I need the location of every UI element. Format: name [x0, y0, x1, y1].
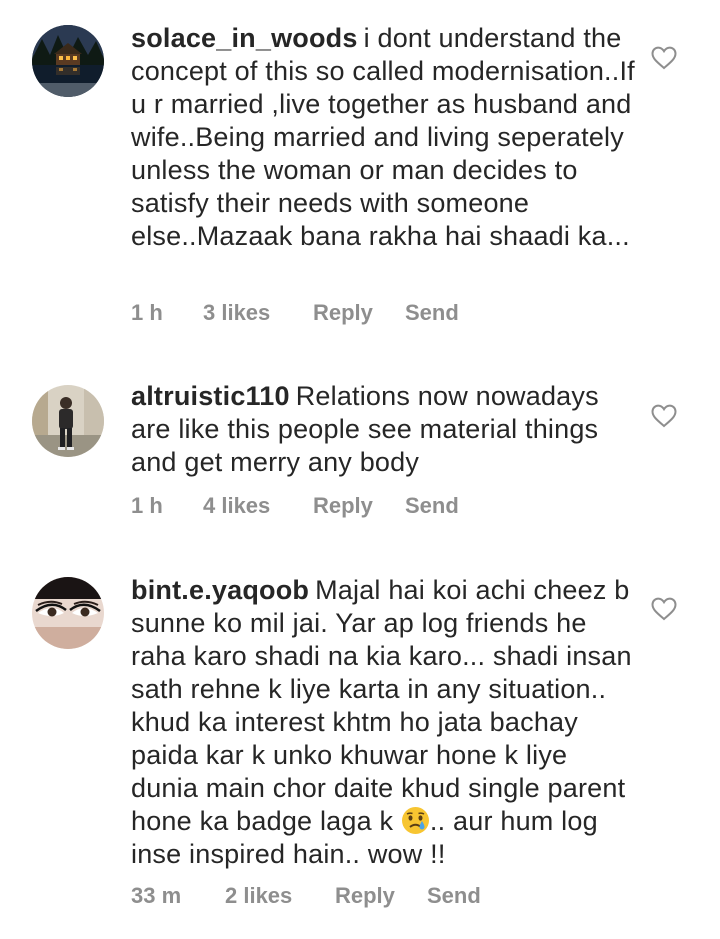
- comment-likes[interactable]: 4 likes: [203, 493, 313, 519]
- reply-button[interactable]: Reply: [335, 883, 427, 909]
- comment-time: 1 h: [131, 300, 163, 325]
- send-button[interactable]: Send: [405, 493, 459, 519]
- comment-text-block: solace_in_woods i dont understand the con…: [131, 22, 641, 253]
- avatar-person-icon: [32, 385, 104, 457]
- comment-username[interactable]: solace_in_woods: [131, 23, 358, 53]
- comment-meta: 33 m 2 likes Reply Send: [131, 883, 481, 909]
- comment-username[interactable]: altruistic110: [131, 381, 290, 411]
- avatar[interactable]: [32, 577, 104, 649]
- reply-button[interactable]: Reply: [313, 493, 405, 519]
- send-button[interactable]: Send: [405, 300, 459, 326]
- comment-text: Majal hai koi achi cheez b sunne ko mil …: [131, 575, 632, 836]
- comment-likes[interactable]: 2 likes: [225, 883, 335, 909]
- avatar-woman-eyes-icon: [32, 577, 104, 649]
- comment-username[interactable]: bint.e.yaqoob: [131, 575, 309, 605]
- avatar-cabin-lake-icon: [32, 25, 104, 97]
- avatar[interactable]: [32, 25, 104, 97]
- comment-text-block: bint.e.yaqoob Majal hai koi achi cheez b …: [131, 574, 641, 871]
- reply-button[interactable]: Reply: [313, 300, 405, 326]
- heart-outline-icon: [651, 404, 677, 428]
- comment-text: i dont understand the concept of this so…: [131, 23, 635, 251]
- heart-outline-icon: [651, 46, 677, 70]
- send-button[interactable]: Send: [427, 883, 481, 909]
- like-button[interactable]: [651, 404, 677, 428]
- heart-outline-icon: [651, 597, 677, 621]
- avatar[interactable]: [32, 385, 104, 457]
- comment-likes[interactable]: 3 likes: [203, 300, 313, 326]
- comment-text-block: altruistic110 Relations now nowadays are …: [131, 380, 641, 479]
- comment-time: 1 h: [131, 493, 163, 518]
- crying-face-emoji-icon: [401, 806, 430, 835]
- comment-meta: 1 h 3 likes Reply Send: [131, 300, 459, 326]
- like-button[interactable]: [651, 597, 677, 621]
- like-button[interactable]: [651, 46, 677, 70]
- comment-meta: 1 h 4 likes Reply Send: [131, 493, 459, 519]
- comment-time: 33 m: [131, 883, 182, 908]
